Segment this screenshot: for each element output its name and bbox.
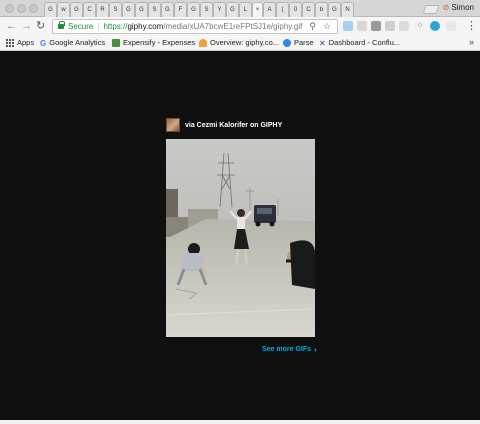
browser-tab[interactable]: G (122, 2, 135, 17)
browser-tab[interactable]: R (96, 2, 109, 17)
browser-tab[interactable]: C (302, 2, 315, 17)
maximize-window-icon[interactable] (29, 4, 38, 13)
bookmark-expensify-label: Expensify - Expenses (123, 38, 196, 47)
close-window-icon[interactable] (5, 4, 14, 13)
gif-attribution[interactable]: via Cezmi Kalorifer on GIPHY (166, 118, 282, 132)
extension-dark-icon[interactable] (371, 21, 381, 31)
new-tab-button[interactable] (422, 5, 440, 14)
google-icon: G (40, 38, 47, 48)
bookmark-expensify[interactable]: Expensify - Expenses (112, 38, 195, 47)
bookmark-overview[interactable]: Overview: giphy.co... (199, 38, 279, 47)
browser-tab[interactable]: L (239, 2, 252, 17)
tab-strip: Gw G C R S G G S G F G S Y G L × A(0 Cb G N ⊘ Simon (0, 0, 480, 17)
browser-tab[interactable]: G (161, 2, 174, 17)
security-label: Secure (68, 22, 94, 31)
back-button[interactable]: ← (6, 20, 17, 32)
extension-square-icon[interactable] (446, 21, 456, 31)
url-path: /media/xUA7bcwE1reFPtSJ1e/giphy.gif (163, 22, 303, 31)
browser-menu-icon[interactable]: ⋮ (466, 20, 477, 32)
omnibox-divider: | (97, 22, 100, 31)
window-bottom-edge (0, 420, 480, 424)
gif-image (166, 139, 315, 337)
profile-button[interactable]: ⊘ Simon (443, 3, 474, 12)
see-more-label: See more GIFs (262, 346, 312, 353)
browser-tab[interactable]: 0 (289, 2, 302, 17)
confluence-icon: ✕ (319, 38, 326, 48)
browser-tab[interactable]: C (83, 2, 96, 17)
bookmarks-overflow-button[interactable]: » (469, 37, 474, 47)
browser-tab[interactable]: G (44, 2, 57, 17)
profile-icon: ⊘ (442, 3, 450, 12)
extension-circle-icon[interactable]: ○ (415, 21, 425, 31)
bookmark-overview-label: Overview: giphy.co... (210, 38, 280, 47)
browser-tab[interactable]: G (187, 2, 200, 17)
browser-tab[interactable]: Y (213, 2, 226, 17)
forward-button[interactable]: → (21, 20, 32, 32)
browser-tab[interactable]: S (109, 2, 122, 17)
browser-toolbar: ← → ↻ Secure | https:// giphy.com /media… (0, 17, 480, 36)
browser-tab[interactable]: N (341, 2, 354, 17)
browser-tab[interactable]: G (226, 2, 239, 17)
browser-tab[interactable]: S (148, 2, 161, 17)
bookmark-star-icon[interactable]: ☆ (323, 21, 331, 32)
bookmark-dashboard-label: Dashboard - Conflu... (328, 38, 400, 47)
browser-tab[interactable]: G (70, 2, 83, 17)
active-tab[interactable]: × (252, 2, 263, 17)
omnibox-actions: ⚲ ☆ (309, 21, 331, 32)
bookmark-analytics-label: Google Analytics (49, 38, 106, 47)
parse-icon (283, 38, 291, 47)
bookmarks-bar: Apps G Google Analytics Expensify - Expe… (0, 36, 480, 51)
expensify-icon (112, 38, 120, 47)
bookmark-apps[interactable]: Apps (6, 38, 34, 47)
extension-puzzle-icon[interactable] (357, 21, 367, 31)
tab-list: Gw G C R S G G S G F G S Y G L × A(0 Cb G N (44, 2, 354, 17)
zoom-search-icon[interactable]: ⚲ (309, 21, 316, 32)
see-more-gifs-link[interactable]: See more GIFs › (262, 345, 317, 354)
address-bar[interactable]: Secure | https:// giphy.com /media/xUA7b… (52, 19, 338, 34)
profile-name: Simon (451, 3, 474, 12)
bookmark-dashboard[interactable]: ✕ Dashboard - Conflu... (319, 38, 400, 48)
url-scheme: https:// (103, 22, 128, 31)
bookmark-apps-label: Apps (17, 38, 35, 47)
extension-docs-icon[interactable] (343, 21, 353, 31)
reload-button[interactable]: ↻ (36, 20, 45, 32)
browser-tab[interactable]: b (315, 2, 328, 17)
browser-tab[interactable]: G (328, 2, 341, 17)
browser-tab[interactable]: F (174, 2, 187, 17)
lock-icon (58, 21, 65, 29)
giphy-page: via Cezmi Kalorifer on GIPHY See more GI… (0, 52, 480, 420)
chevron-right-icon: › (314, 345, 317, 354)
browser-tab[interactable]: G (135, 2, 148, 17)
apps-grid-icon (6, 38, 14, 47)
minimize-window-icon[interactable] (17, 4, 26, 13)
browser-tab[interactable]: A (263, 2, 276, 17)
url-host: giphy.com (127, 22, 164, 31)
bookmark-parse[interactable]: Parse (283, 38, 314, 47)
attribution-text: via Cezmi Kalorifer on GIPHY (185, 121, 283, 129)
browser-tab[interactable]: ( (276, 2, 289, 17)
extension-blue-icon[interactable] (430, 21, 440, 31)
overview-icon (199, 38, 207, 47)
user-avatar[interactable] (166, 118, 180, 132)
bookmark-parse-label: Parse (294, 38, 314, 47)
browser-window: Gw G C R S G G S G F G S Y G L × A(0 Cb G N ⊘ Simon ← → ↻ S… (0, 0, 480, 424)
browser-tab[interactable]: S (200, 2, 213, 17)
bookmark-google-analytics[interactable]: G Google Analytics (40, 38, 106, 48)
extension-grid-icon[interactable] (385, 21, 395, 31)
extension-box-icon[interactable] (399, 21, 409, 31)
gif-frame-illustration (166, 139, 315, 337)
browser-tab[interactable]: w (57, 2, 70, 17)
